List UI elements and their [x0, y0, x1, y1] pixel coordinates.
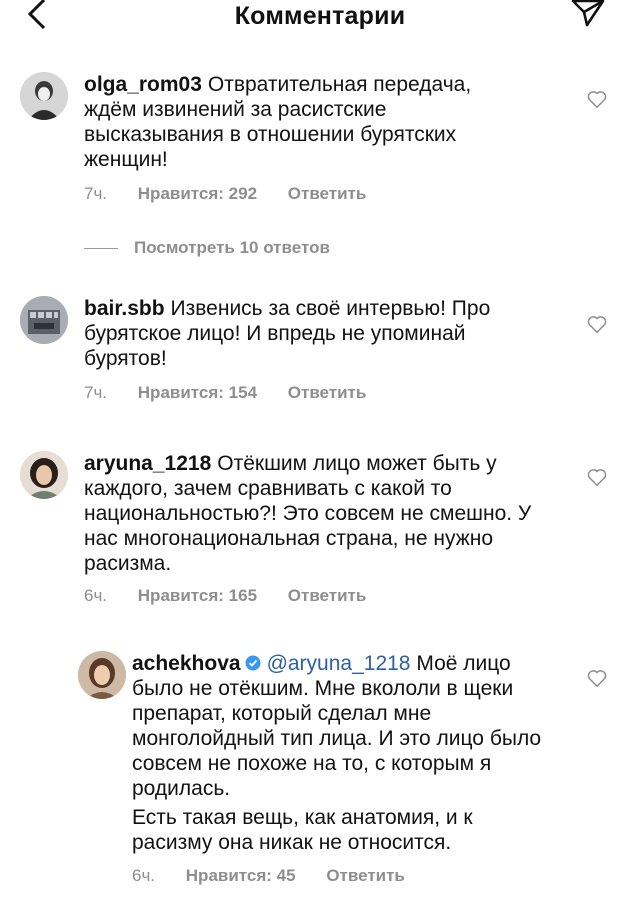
comment-time: 6ч. [84, 586, 108, 605]
comment-text: olga_rom03 Отвратительная передача, ждём … [84, 72, 484, 172]
comment-text: achekhova @aryuna_1218 Моё лицо было не … [132, 651, 552, 855]
page-title: Комментарии [234, 2, 406, 30]
comment-time: 7ч. [84, 383, 108, 402]
comment-time: 7ч. [84, 184, 108, 203]
heart-icon[interactable] [586, 466, 608, 488]
username-link[interactable]: achekhova [132, 652, 241, 675]
avatar[interactable] [78, 651, 126, 699]
view-replies-label: Посмотреть 10 ответов [134, 238, 330, 257]
avatar[interactable] [20, 451, 68, 499]
view-replies-link[interactable]: Посмотреть 10 ответов [84, 238, 330, 258]
heart-icon[interactable] [586, 667, 608, 689]
avatar[interactable] [20, 72, 68, 120]
reply-button[interactable]: Ответить [288, 586, 367, 605]
likes-count[interactable]: Нравится: 154 [138, 383, 257, 402]
username-link[interactable]: aryuna_1218 [84, 452, 211, 475]
paper-plane-icon[interactable] [570, 0, 606, 28]
reply-button[interactable]: Ответить [288, 184, 367, 203]
reply-button[interactable]: Ответить [326, 866, 405, 885]
avatar[interactable] [20, 296, 68, 344]
username-link[interactable]: bair.sbb [84, 297, 165, 320]
likes-count[interactable]: Нравится: 45 [186, 866, 296, 885]
comment-meta: 6ч. Нравится: 165 Ответить [84, 586, 392, 606]
comment-meta: 6ч. Нравится: 45 Ответить [132, 866, 431, 886]
comment-text: aryuna_1218 Отёкшим лицо может быть у каж… [84, 451, 554, 576]
top-bar: Комментарии [0, 0, 640, 34]
comment-body-paragraph: Есть такая вещь, как анатомия, и к расиз… [132, 806, 473, 854]
mention-link[interactable]: @aryuna_1218 [267, 652, 411, 675]
comment-meta: 7ч. Нравится: 154 Ответить [84, 383, 392, 403]
comment-text: bair.sbb Извенись за своё интервью! Про б… [84, 296, 534, 371]
divider [84, 248, 118, 250]
verified-badge-icon [245, 655, 261, 671]
comment-time: 6ч. [132, 866, 156, 885]
reply-button[interactable]: Ответить [288, 383, 367, 402]
heart-icon[interactable] [586, 88, 608, 110]
username-link[interactable]: olga_rom03 [84, 73, 202, 96]
likes-count[interactable]: Нравится: 292 [138, 184, 257, 203]
comment-meta: 7ч. Нравится: 292 Ответить [84, 184, 392, 204]
likes-count[interactable]: Нравится: 165 [138, 586, 257, 605]
heart-icon[interactable] [586, 313, 608, 335]
